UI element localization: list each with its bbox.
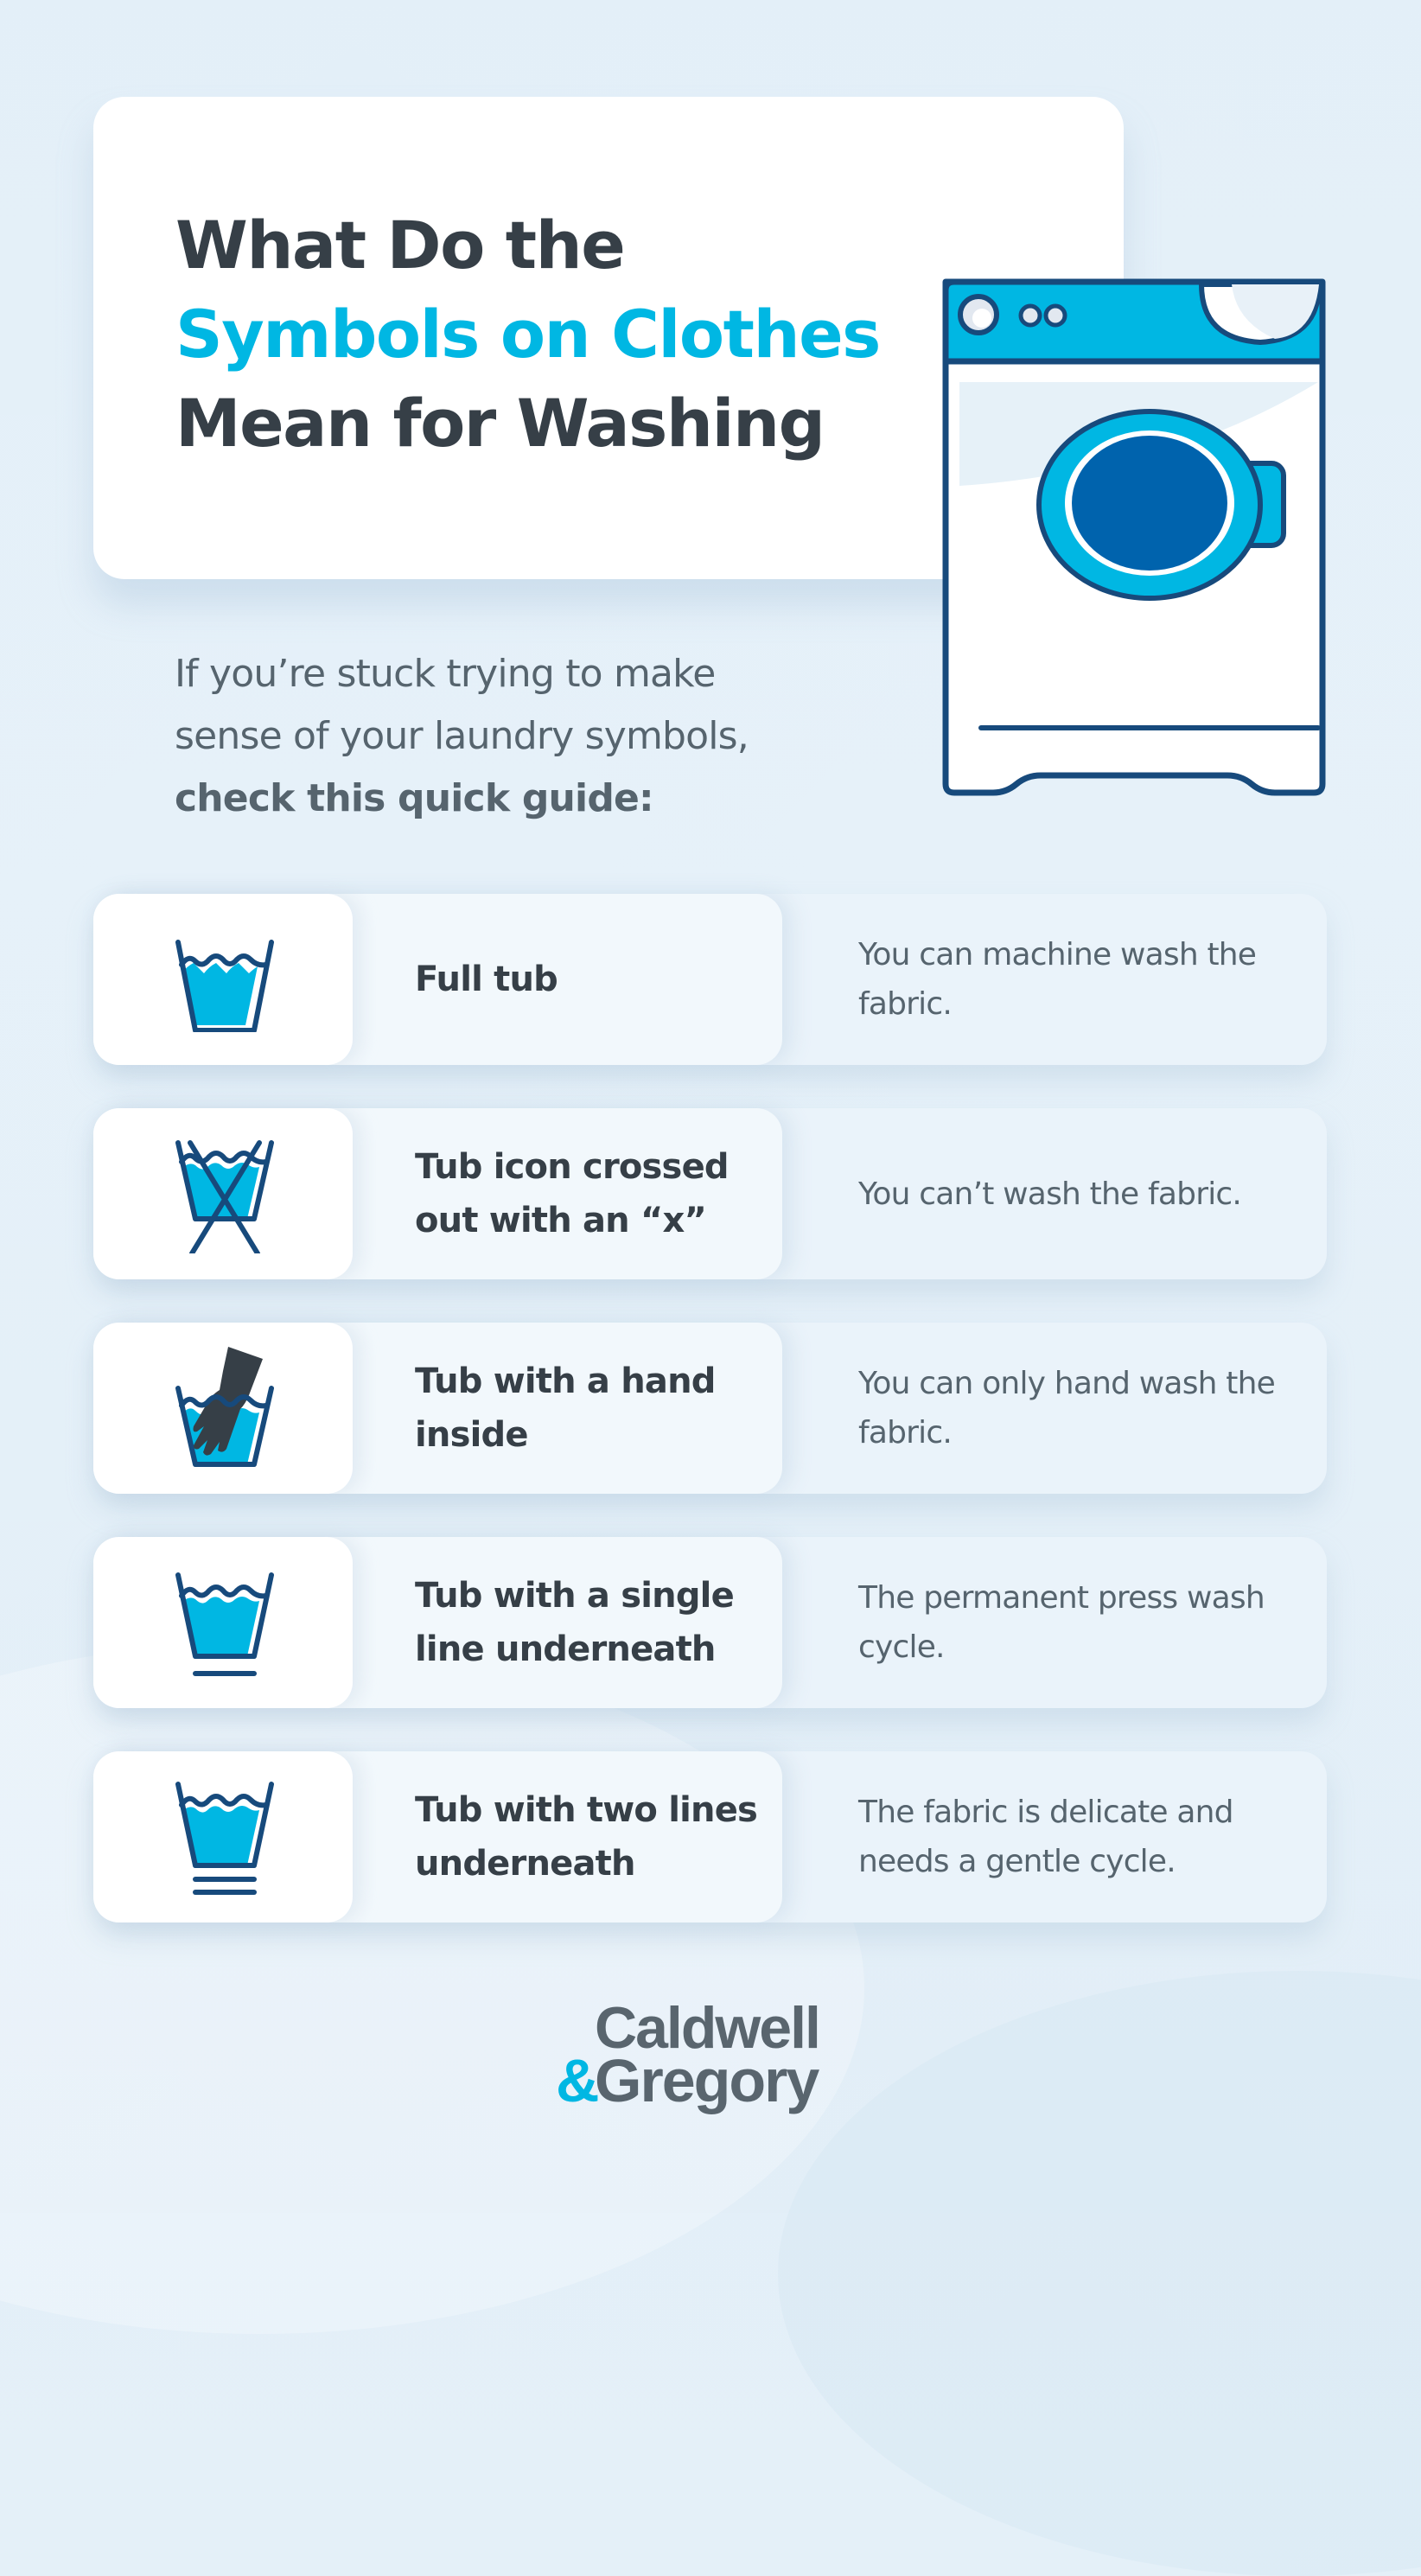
icon-cell <box>93 894 353 1065</box>
icon-cell <box>93 1108 353 1279</box>
brand-logo: Caldwell & Gregory <box>556 1999 867 2120</box>
title-line-3: Mean for Washing <box>175 385 825 462</box>
logo-ampersand: & <box>556 2047 600 2114</box>
intro-line-2: sense of your laundry symbols, <box>175 714 749 758</box>
symbol-label: Tub with a hand inside <box>415 1361 716 1455</box>
icon-cell <box>93 1537 353 1708</box>
symbol-row-crossed-tub: Tub icon crossed out with an “x” You can… <box>93 1108 1327 1279</box>
icon-cell <box>93 1323 353 1494</box>
symbol-label: Tub with a single line underneath <box>415 1576 735 1669</box>
symbol-description: You can’t wash the fabric. <box>858 1176 1242 1212</box>
title-line-2-accent: Symbols on Clothes <box>175 296 881 373</box>
intro-text: If you’re stuck trying to make sense of … <box>175 643 749 830</box>
symbol-description: The permanent press wash cycle. <box>858 1580 1265 1665</box>
symbol-row-hand-wash: Tub with a hand inside You can only hand… <box>93 1323 1327 1494</box>
symbol-row-two-lines: Tub with two lines underneath The fabric… <box>93 1751 1327 1922</box>
symbol-label: Tub icon crossed out with an “x” <box>415 1147 730 1240</box>
logo-line-gregory: Gregory <box>595 2047 819 2114</box>
icon-cell <box>93 1751 353 1922</box>
background-wave <box>0 1642 864 2334</box>
background-wave <box>778 1971 1421 2576</box>
symbol-row-single-line: Tub with a single line underneath The pe… <box>93 1537 1327 1708</box>
washer-button <box>1018 303 1042 328</box>
tub-two-lines-icon <box>175 1782 274 1895</box>
symbol-description: The fabric is delicate and needs a gentl… <box>858 1795 1234 1879</box>
symbol-row-full-tub: Full tub You can machine wash the fabric… <box>93 894 1327 1065</box>
page-title: What Do the Symbols on Clothes Mean for … <box>175 201 881 468</box>
full-tub-icon <box>175 940 274 1032</box>
hand-wash-tub-icon <box>175 1347 274 1467</box>
washing-machine-illustration <box>942 278 1326 796</box>
symbol-label: Tub with two lines underneath <box>415 1790 758 1884</box>
intro-line-1: If you’re stuck trying to make <box>175 652 716 696</box>
washer-button <box>1043 303 1067 328</box>
symbol-label: Full tub <box>415 960 558 999</box>
crossed-tub-icon <box>175 1140 274 1253</box>
title-line-1: What Do the <box>175 207 626 284</box>
tub-single-line-icon <box>175 1572 274 1676</box>
intro-line-3-bold: check this quick guide: <box>175 776 654 820</box>
symbol-description: You can machine wash the fabric. <box>858 937 1257 1022</box>
symbol-description: You can only hand wash the fabric. <box>858 1366 1276 1451</box>
washer-drum <box>1072 436 1227 571</box>
